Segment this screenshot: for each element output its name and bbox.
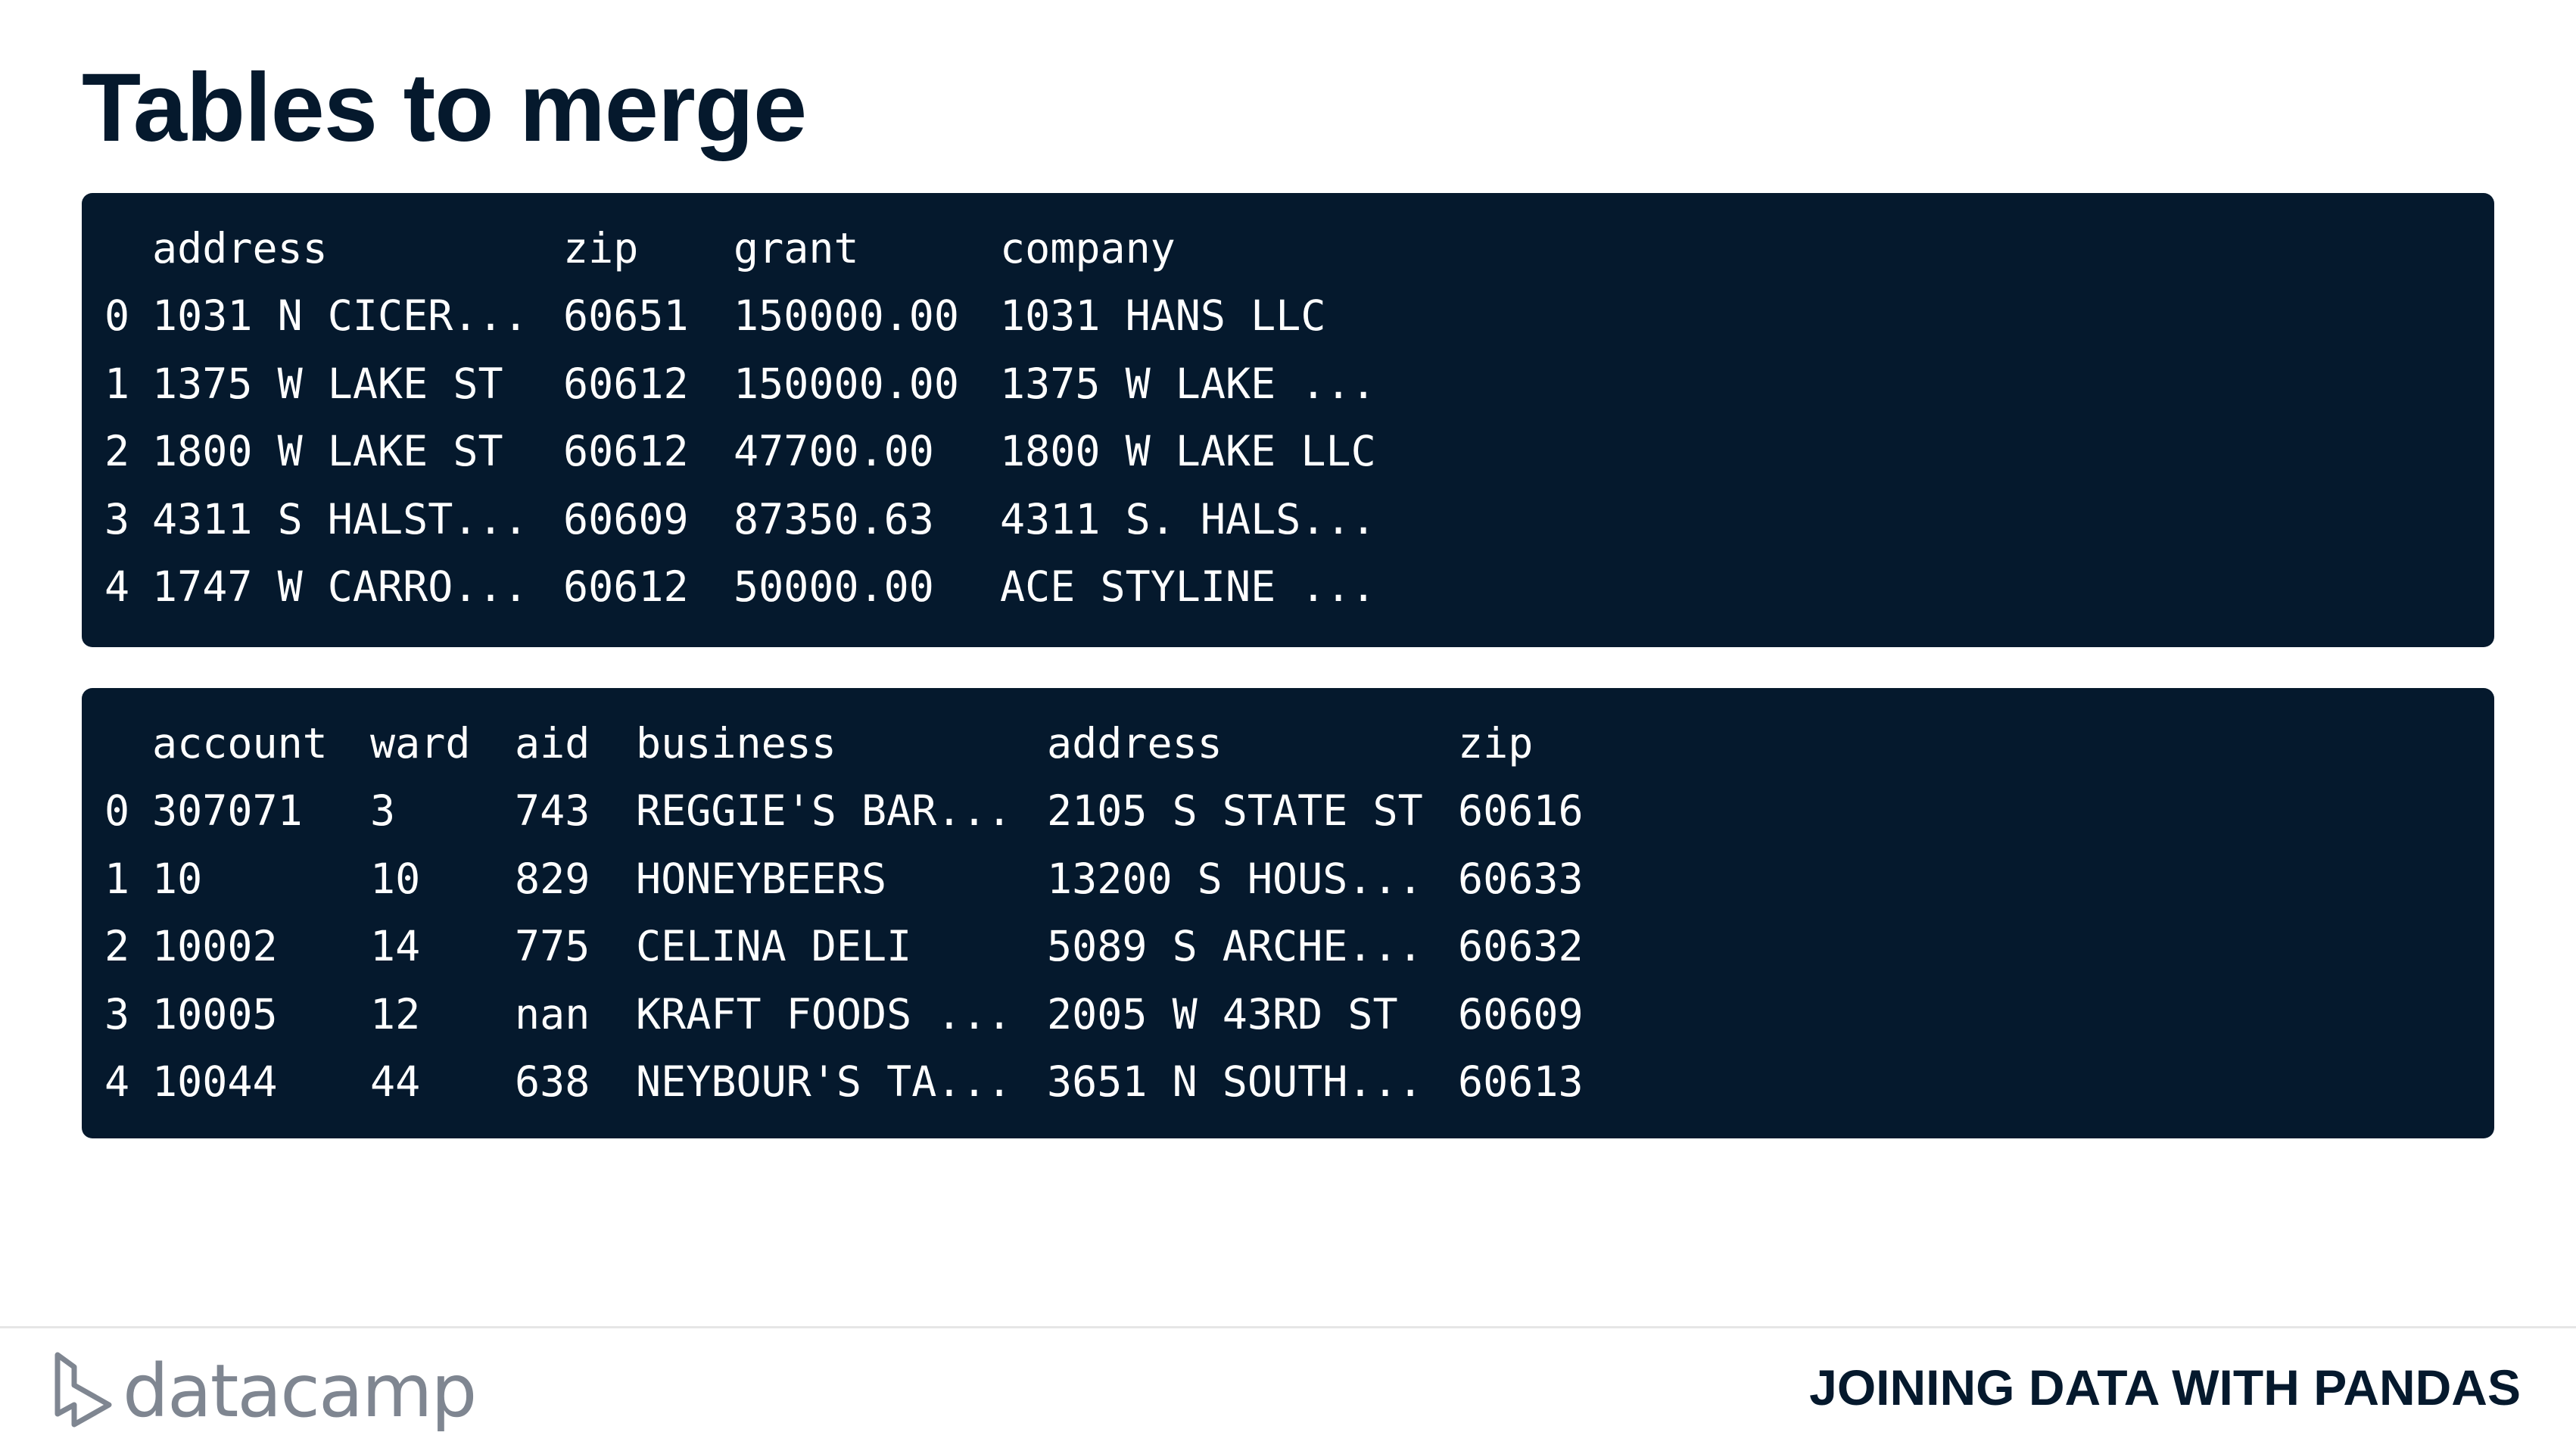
table-row: 3 4311 S HALST... 60609 87350.63 4311 S.… bbox=[104, 485, 1376, 553]
table-cell: 1031 N CICER... bbox=[152, 291, 528, 341]
table-cell: 50000.00 bbox=[734, 562, 934, 612]
row-index: 1 bbox=[104, 359, 130, 408]
table-row: 0 307071 3 743 REGGIE'S BAR... 2105 S ST… bbox=[104, 777, 1584, 845]
table-cell: 638 bbox=[515, 1057, 590, 1107]
column-header: zip bbox=[1458, 718, 1534, 768]
table-cell: 1031 HANS LLC bbox=[1000, 291, 1326, 341]
table-cell: CELINA DELI bbox=[636, 922, 912, 971]
table-cell: 60609 bbox=[563, 494, 689, 543]
table-row: 1 1375 W LAKE ST 60612 150000.00 1375 W … bbox=[104, 350, 1376, 418]
table-cell: 60632 bbox=[1458, 922, 1584, 971]
table-cell: 743 bbox=[515, 786, 590, 836]
row-index: 0 bbox=[104, 786, 130, 836]
row-index: 2 bbox=[104, 427, 130, 476]
table-row: 0 1031 N CICER... 60651 150000.00 1031 H… bbox=[104, 282, 1376, 350]
table-row: 2 10002 14 775 CELINA DELI 5089 S ARCHE.… bbox=[104, 913, 1584, 981]
table-cell: 1375 W LAKE ST bbox=[152, 359, 503, 408]
table-header-row: account ward aid business address zip bbox=[104, 709, 1584, 777]
table-cell: HONEYBEERS bbox=[636, 854, 887, 903]
table-cell: 150000.00 bbox=[734, 359, 960, 408]
row-index: 2 bbox=[104, 922, 130, 971]
table-cell: 60651 bbox=[563, 291, 689, 341]
column-header: address bbox=[1047, 718, 1223, 768]
table-cell: 3 bbox=[370, 786, 396, 836]
table-cell: 5089 S ARCHE... bbox=[1047, 922, 1423, 971]
slide-title: Tables to merge bbox=[82, 54, 807, 162]
table-row: 4 1747 W CARRO... 60612 50000.00 ACE STY… bbox=[104, 553, 1376, 621]
table-cell: 14 bbox=[370, 922, 421, 971]
column-header: address bbox=[152, 223, 328, 272]
table-cell: 12 bbox=[370, 989, 421, 1038]
row-index: 0 bbox=[104, 291, 130, 341]
table-cell: 2105 S STATE ST bbox=[1047, 786, 1423, 836]
table-output-grants: address zip grant company 0 1031 N CICER… bbox=[82, 193, 2494, 647]
course-title: JOINING DATA WITH PANDAS bbox=[1809, 1359, 2521, 1415]
table-cell: 10 bbox=[152, 854, 203, 903]
index-header bbox=[104, 214, 152, 282]
table-cell: 60612 bbox=[563, 562, 689, 612]
table-cell: 4311 S. HALS... bbox=[1000, 494, 1376, 543]
table-cell: 1747 W CARRO... bbox=[152, 562, 528, 612]
table-row: 1 10 10 829 HONEYBEERS 13200 S HOUS... 6… bbox=[104, 845, 1584, 913]
column-header: company bbox=[1000, 223, 1176, 272]
table-cell: 10005 bbox=[152, 989, 278, 1038]
table-cell: 1800 W LAKE ST bbox=[152, 427, 503, 476]
datacamp-logo: datacamp bbox=[51, 1349, 477, 1434]
datacamp-logo-icon bbox=[51, 1350, 112, 1433]
table-cell: 10002 bbox=[152, 922, 278, 971]
table-header-row: address zip grant company bbox=[104, 214, 1376, 282]
table-cell: 10044 bbox=[152, 1057, 278, 1107]
table-cell: 60613 bbox=[1458, 1057, 1584, 1107]
column-header: grant bbox=[734, 223, 859, 272]
table-cell: 13200 S HOUS... bbox=[1047, 854, 1423, 903]
column-header: aid bbox=[515, 718, 590, 768]
row-index: 3 bbox=[104, 494, 130, 543]
table-cell: 775 bbox=[515, 922, 590, 971]
table-cell: 60633 bbox=[1458, 854, 1584, 903]
row-index: 4 bbox=[104, 562, 130, 612]
row-index: 1 bbox=[104, 854, 130, 903]
table-cell: 87350.63 bbox=[734, 494, 934, 543]
table-cell: KRAFT FOODS ... bbox=[636, 989, 1012, 1038]
table-cell: 60612 bbox=[563, 427, 689, 476]
row-index: 3 bbox=[104, 989, 130, 1038]
table-row: 3 10005 12 nan KRAFT FOODS ... 2005 W 43… bbox=[104, 980, 1584, 1048]
table-cell: 60609 bbox=[1458, 989, 1584, 1038]
table-cell: nan bbox=[515, 989, 590, 1038]
table-cell: 1800 W LAKE LLC bbox=[1000, 427, 1376, 476]
index-header bbox=[104, 709, 152, 777]
table-cell: 10 bbox=[370, 854, 421, 903]
table-cell: 1375 W LAKE ... bbox=[1000, 359, 1376, 408]
table-cell: 3651 N SOUTH... bbox=[1047, 1057, 1423, 1107]
table-row: 2 1800 W LAKE ST 60612 47700.00 1800 W L… bbox=[104, 418, 1376, 486]
table-cell: 829 bbox=[515, 854, 590, 903]
table-cell: ACE STYLINE ... bbox=[1000, 562, 1376, 612]
table-cell: 4311 S HALST... bbox=[152, 494, 528, 543]
table-cell: 47700.00 bbox=[734, 427, 934, 476]
table-output-licenses: account ward aid business address zip 0 … bbox=[82, 688, 2494, 1138]
column-header: ward bbox=[370, 718, 471, 768]
table-cell: 307071 bbox=[152, 786, 303, 836]
column-header: zip bbox=[563, 223, 639, 272]
table-cell: NEYBOUR'S TA... bbox=[636, 1057, 1012, 1107]
table-cell: 44 bbox=[370, 1057, 421, 1107]
table-cell: 2005 W 43RD ST bbox=[1047, 989, 1398, 1038]
footer-divider bbox=[0, 1326, 2576, 1328]
logo-wordmark: datacamp bbox=[123, 1349, 477, 1434]
column-header: business bbox=[636, 718, 836, 768]
row-index: 4 bbox=[104, 1057, 130, 1107]
grants-table: address zip grant company 0 1031 N CICER… bbox=[104, 214, 1376, 621]
column-header: account bbox=[152, 718, 328, 768]
table-cell: REGGIE'S BAR... bbox=[636, 786, 1012, 836]
table-cell: 60612 bbox=[563, 359, 689, 408]
table-cell: 150000.00 bbox=[734, 291, 960, 341]
table-cell: 60616 bbox=[1458, 786, 1584, 836]
licenses-table: account ward aid business address zip 0 … bbox=[104, 709, 1584, 1116]
table-row: 4 10044 44 638 NEYBOUR'S TA... 3651 N SO… bbox=[104, 1048, 1584, 1116]
